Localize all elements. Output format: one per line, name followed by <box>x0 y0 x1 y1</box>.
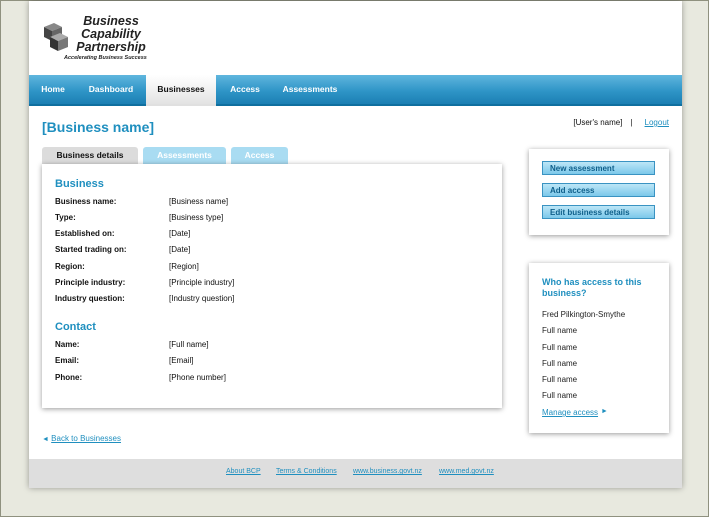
arrow-right-icon[interactable]: ► <box>601 408 608 415</box>
nav-access[interactable]: Access <box>223 75 267 104</box>
field-value: [Date] <box>169 229 191 238</box>
business-details-panel: Business Business name: [Business name] … <box>42 164 502 408</box>
browser-frame: Business Capability Partnership Accelera… <box>0 0 709 517</box>
access-person: Full name <box>542 343 578 352</box>
field-row: Principle industry: [Principle industry] <box>55 277 495 289</box>
tab-assessments[interactable]: Assessments <box>143 147 226 164</box>
back-link-label: Back to Businesses <box>51 434 121 443</box>
edit-business-details-button[interactable]: Edit business details <box>542 205 655 219</box>
new-assessment-button[interactable]: New assessment <box>542 161 655 175</box>
access-panel: Who has access to this business? Fred Pi… <box>529 263 669 433</box>
field-label: Name: <box>55 340 80 349</box>
footer: About BCP Terms & Conditions www.busines… <box>29 459 682 488</box>
field-row: Industry question: [Industry question] <box>55 293 495 305</box>
field-value: [Date] <box>169 245 191 254</box>
access-person: Full name <box>542 326 578 335</box>
bcp-logo[interactable]: Business Capability Partnership Accelera… <box>42 15 162 65</box>
footer-link-med-govt[interactable]: www.med.govt.nz <box>439 468 494 475</box>
nav-dashboard[interactable]: Dashboard <box>83 75 139 104</box>
field-label: Business name: <box>55 197 117 206</box>
business-section-title: Business <box>55 178 104 190</box>
footer-link-business-govt[interactable]: www.business.govt.nz <box>353 468 422 475</box>
field-label: Established on: <box>55 229 115 238</box>
field-label: Region: <box>55 262 85 271</box>
field-label: Started trading on: <box>55 245 127 254</box>
nav-businesses[interactable]: Businesses <box>146 75 216 106</box>
field-row: Name: [Full name] <box>55 339 495 351</box>
field-row: Business name: [Business name] <box>55 196 495 208</box>
user-separator: | <box>630 118 633 127</box>
actions-panel: New assessment Add access Edit business … <box>529 149 669 235</box>
footer-link-about[interactable]: About BCP <box>226 468 261 475</box>
main-nav: Home Dashboard Businesses Access Assessm… <box>29 75 682 106</box>
field-row: Started trading on: [Date] <box>55 244 495 256</box>
add-access-button[interactable]: Add access <box>542 183 655 197</box>
field-value: [Business type] <box>169 213 224 222</box>
field-label: Phone: <box>55 373 83 382</box>
field-row: Type: [Business type] <box>55 212 495 224</box>
field-value: [Principle industry] <box>169 278 235 287</box>
field-value: [Phone number] <box>169 373 226 382</box>
nav-assessments[interactable]: Assessments <box>277 75 343 104</box>
logo-tagline: Accelerating Business Success <box>64 55 147 61</box>
user-name: [User's name] <box>573 118 623 127</box>
logout-link[interactable]: Logout <box>645 118 669 127</box>
arrow-left-icon: ◄ <box>42 436 49 443</box>
nav-home[interactable]: Home <box>29 75 77 104</box>
field-value: [Industry question] <box>169 294 235 303</box>
field-row: Established on: [Date] <box>55 228 495 240</box>
access-person: Full name <box>542 359 578 368</box>
field-row: Phone: [Phone number] <box>55 372 495 384</box>
field-label: Industry question: <box>55 294 125 303</box>
field-value: [Full name] <box>169 340 209 349</box>
page-title: [Business name] <box>42 119 155 135</box>
access-person: Full name <box>542 375 578 384</box>
field-label: Email: <box>55 356 80 365</box>
field-value: [Region] <box>169 262 199 271</box>
contact-section-title: Contact <box>55 321 96 333</box>
back-to-businesses-link[interactable]: ◄ Back to Businesses <box>42 434 121 443</box>
tab-business-details[interactable]: Business details <box>42 147 138 164</box>
field-label: Type: <box>55 213 76 222</box>
access-panel-title: Who has access to this business? <box>542 277 642 298</box>
field-value: [Business name] <box>169 197 229 206</box>
footer-link-terms[interactable]: Terms & Conditions <box>276 468 337 475</box>
manage-access-link[interactable]: Manage access <box>542 408 598 417</box>
field-row: Email: [Email] <box>55 355 495 367</box>
field-label: Principle industry: <box>55 278 126 287</box>
logo-text: Business Capability Partnership <box>61 15 161 54</box>
access-person: Full name <box>542 391 578 400</box>
user-area: [User's name] | Logout <box>573 118 669 127</box>
field-value: [Email] <box>169 356 194 365</box>
access-person: Fred Pilkington-Smythe <box>542 310 626 319</box>
field-row: Region: [Region] <box>55 261 495 273</box>
logo-line-3: Partnership <box>76 40 146 54</box>
page-container: Business Capability Partnership Accelera… <box>29 1 682 488</box>
tab-access[interactable]: Access <box>231 147 288 164</box>
